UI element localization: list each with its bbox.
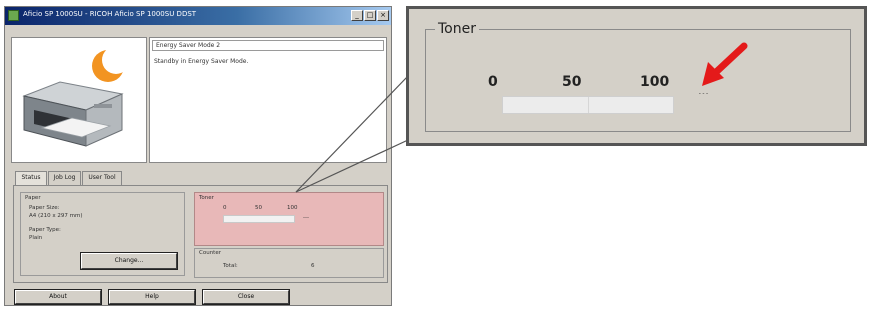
toner-zoom-callout: 0 50 100 --- Toner	[406, 6, 867, 146]
red-arrow-icon	[702, 42, 748, 86]
zoom-toner-level-bar	[502, 96, 674, 114]
zoom-toner-percent-text: ---	[698, 90, 709, 97]
zoom-tick-50: 50	[562, 74, 582, 90]
zoom-tick-0: 0	[488, 74, 498, 90]
zoom-bar-divider	[588, 97, 589, 113]
zoom-toner-group: 0 50 100 ---	[425, 29, 851, 132]
zoom-toner-legend: Toner	[435, 21, 479, 37]
zoom-tick-100: 100	[640, 74, 670, 90]
